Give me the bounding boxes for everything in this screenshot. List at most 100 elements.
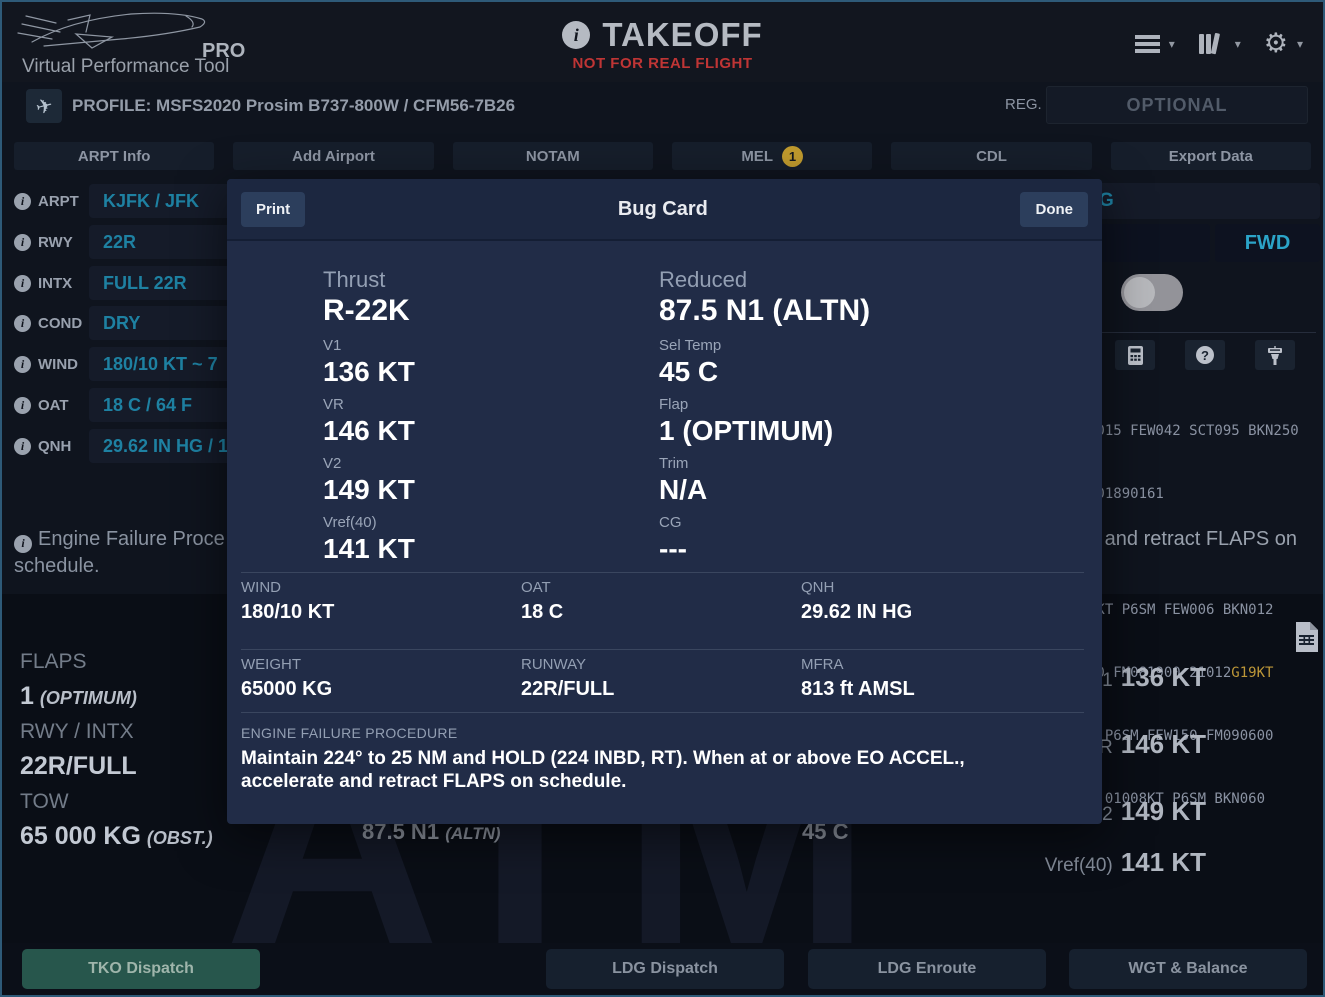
thrust-column: Thrust R-22K V1 136 KT VR 146 KT V2 149 … <box>323 267 415 565</box>
done-button[interactable]: Done <box>1020 192 1088 227</box>
reg-label: REG. <box>1005 96 1042 113</box>
tow-note: (OBST.) <box>147 828 213 848</box>
engine-failure-procedure: ENGINE FAILURE PROCEDURE Maintain 224° t… <box>241 712 1084 793</box>
info-icon[interactable]: i <box>562 21 590 49</box>
v2-value: 149 KT <box>323 473 415 506</box>
info-icon[interactable]: i <box>14 397 31 414</box>
conditions-row: WIND 180/10 KT OAT 18 C QNH 29.62 IN HG <box>241 572 1084 625</box>
bug-card-title: Bug Card <box>618 198 708 221</box>
tab-cdl[interactable]: CDL <box>891 142 1091 170</box>
vr-readout: VR146 KT <box>1086 729 1206 760</box>
weight-cell: WEIGHT 65000 KG <box>241 656 521 702</box>
not-for-real-flight-warning: NOT FOR REAL FLIGHT <box>2 55 1323 72</box>
cg-fwd-button[interactable]: FWD <box>1215 224 1320 262</box>
calculator-button[interactable] <box>1115 340 1155 370</box>
toggle-knob <box>1124 277 1155 308</box>
metar-taf-text: W015 FEW042 SCT095 BKN250 T01890161 1KT … <box>1088 379 1299 852</box>
sel-temp-value: 45 C <box>659 355 870 388</box>
settings-caret-down-icon[interactable]: ▾ <box>1297 37 1303 51</box>
cg-value: --- <box>659 532 870 565</box>
engine-failure-note: iEngine Failure Proce schedule. <box>14 526 229 580</box>
efp-text-partial: e and retract FLAPS on <box>1088 528 1297 551</box>
trim-value: N/A <box>659 473 870 506</box>
info-icon[interactable]: i <box>14 315 31 332</box>
menu-icon[interactable] <box>1135 35 1160 53</box>
profile-bar: ✈ PROFILE: MSFS2020 Prosim B737-800W / C… <box>2 82 1323 138</box>
efp-text: Maintain 224° to 25 NM and HOLD (224 INB… <box>241 747 1046 793</box>
thrust-label: Thrust <box>323 267 415 293</box>
cg-aft-button[interactable] <box>1086 224 1210 262</box>
v1-readout: V1136 KT <box>1089 662 1206 693</box>
cg-label: CG <box>659 513 870 532</box>
reduced-column: Reduced 87.5 N1 (ALTN) Sel Temp 45 C Fla… <box>659 267 870 565</box>
app-root: PRO Virtual Performance Tool i TAKEOFF N… <box>0 0 1325 997</box>
qnh-cell: QNH 29.62 IN HG <box>801 579 1081 625</box>
registration-input[interactable] <box>1046 86 1308 124</box>
info-icon[interactable]: i <box>14 535 32 553</box>
v2-readout: V2149 KT <box>1089 796 1206 827</box>
v2-label: V2 <box>323 454 415 473</box>
trim-label: Trim <box>659 454 870 473</box>
flaps-value: 1 <box>20 682 34 710</box>
profile-plane-icon-box[interactable]: ✈ <box>26 89 62 123</box>
weight-input-partial[interactable]: G <box>1077 183 1320 219</box>
v1-value: 136 KT <box>323 355 415 388</box>
calculator-icon <box>1128 346 1143 365</box>
sel-temp-label: Sel Temp <box>659 336 870 355</box>
tower-icon <box>1267 346 1283 365</box>
info-icon[interactable]: i <box>14 356 31 373</box>
flaps-label: FLAPS <box>20 644 213 679</box>
ldg-enroute-button[interactable]: LDG Enroute <box>808 949 1046 989</box>
takeoff-summary: FLAPS 1(OPTIMUM) RWY / INTX 22R/FULL TOW… <box>20 644 213 854</box>
tab-row: ARPT Info Add Airport NOTAM MEL 1 CDL Ex… <box>14 142 1311 170</box>
page-title: TAKEOFF <box>602 16 762 54</box>
tab-export-data[interactable]: Export Data <box>1111 142 1311 170</box>
info-icon[interactable]: i <box>14 438 31 455</box>
page-title-block: i TAKEOFF NOT FOR REAL FLIGHT <box>2 16 1323 72</box>
gust-highlight: G19KT <box>1231 665 1273 681</box>
rwy-intx-value: 22R/FULL <box>20 749 213 784</box>
tko-dispatch-button[interactable]: TKO Dispatch <box>22 949 260 989</box>
weights-row: WEIGHT 65000 KG RUNWAY 22R/FULL MFRA 813… <box>241 649 1084 702</box>
gear-icon[interactable]: ⚙ <box>1264 30 1288 57</box>
rwy-intx-label: RWY / INTX <box>20 714 213 749</box>
reduced-label: Reduced <box>659 267 870 293</box>
runway-cell: RUNWAY 22R/FULL <box>521 656 801 702</box>
tab-arpt-info[interactable]: ARPT Info <box>14 142 214 170</box>
mfra-cell: MFRA 813 ft AMSL <box>801 656 1081 702</box>
efp-label: ENGINE FAILURE PROCEDURE <box>241 725 1084 741</box>
menu-caret-down-icon[interactable]: ▾ <box>1169 37 1175 51</box>
top-bar: PRO Virtual Performance Tool i TAKEOFF N… <box>2 2 1323 82</box>
vr-value: 146 KT <box>323 414 415 447</box>
help-button[interactable]: ? <box>1185 340 1225 370</box>
flap-label: Flap <box>659 395 870 414</box>
tab-add-airport[interactable]: Add Airport <box>233 142 433 170</box>
ldg-dispatch-button[interactable]: LDG Dispatch <box>546 949 784 989</box>
profile-label: PROFILE: MSFS2020 Prosim B737-800W / CFM… <box>72 96 515 116</box>
library-icon[interactable] <box>1198 32 1226 56</box>
tab-mel[interactable]: MEL 1 <box>672 142 872 170</box>
export-table-icon[interactable] <box>1294 622 1318 657</box>
question-icon: ? <box>1196 346 1214 364</box>
library-caret-down-icon[interactable]: ▾ <box>1235 37 1241 51</box>
print-button[interactable]: Print <box>241 192 305 227</box>
tow-label: TOW <box>20 784 213 819</box>
bug-card-modal: Print Bug Card Done Thrust R-22K V1 136 … <box>227 179 1102 824</box>
thrust-value: R-22K <box>323 293 415 329</box>
wgt-balance-button[interactable]: WGT & Balance <box>1069 949 1307 989</box>
vr-label: VR <box>323 395 415 414</box>
info-icon[interactable]: i <box>14 234 31 251</box>
automatic-toggle[interactable] <box>1121 274 1183 311</box>
top-right-menu: ▾ ▾ ⚙ ▾ <box>1135 30 1303 57</box>
vref-readout: Vref(40)141 KT <box>1045 847 1206 878</box>
v1-label: V1 <box>323 336 415 355</box>
info-icon[interactable]: i <box>14 193 31 210</box>
takeoff-plane-icon: ✈ <box>33 92 55 120</box>
wind-cell: WIND 180/10 KT <box>241 579 521 625</box>
oat-cell: OAT 18 C <box>521 579 801 625</box>
mel-count-badge: 1 <box>782 146 803 167</box>
info-icon[interactable]: i <box>14 275 31 292</box>
tow-value: 65 000 KG <box>20 822 141 850</box>
atc-tower-button[interactable] <box>1255 340 1295 370</box>
tab-notam[interactable]: NOTAM <box>453 142 653 170</box>
